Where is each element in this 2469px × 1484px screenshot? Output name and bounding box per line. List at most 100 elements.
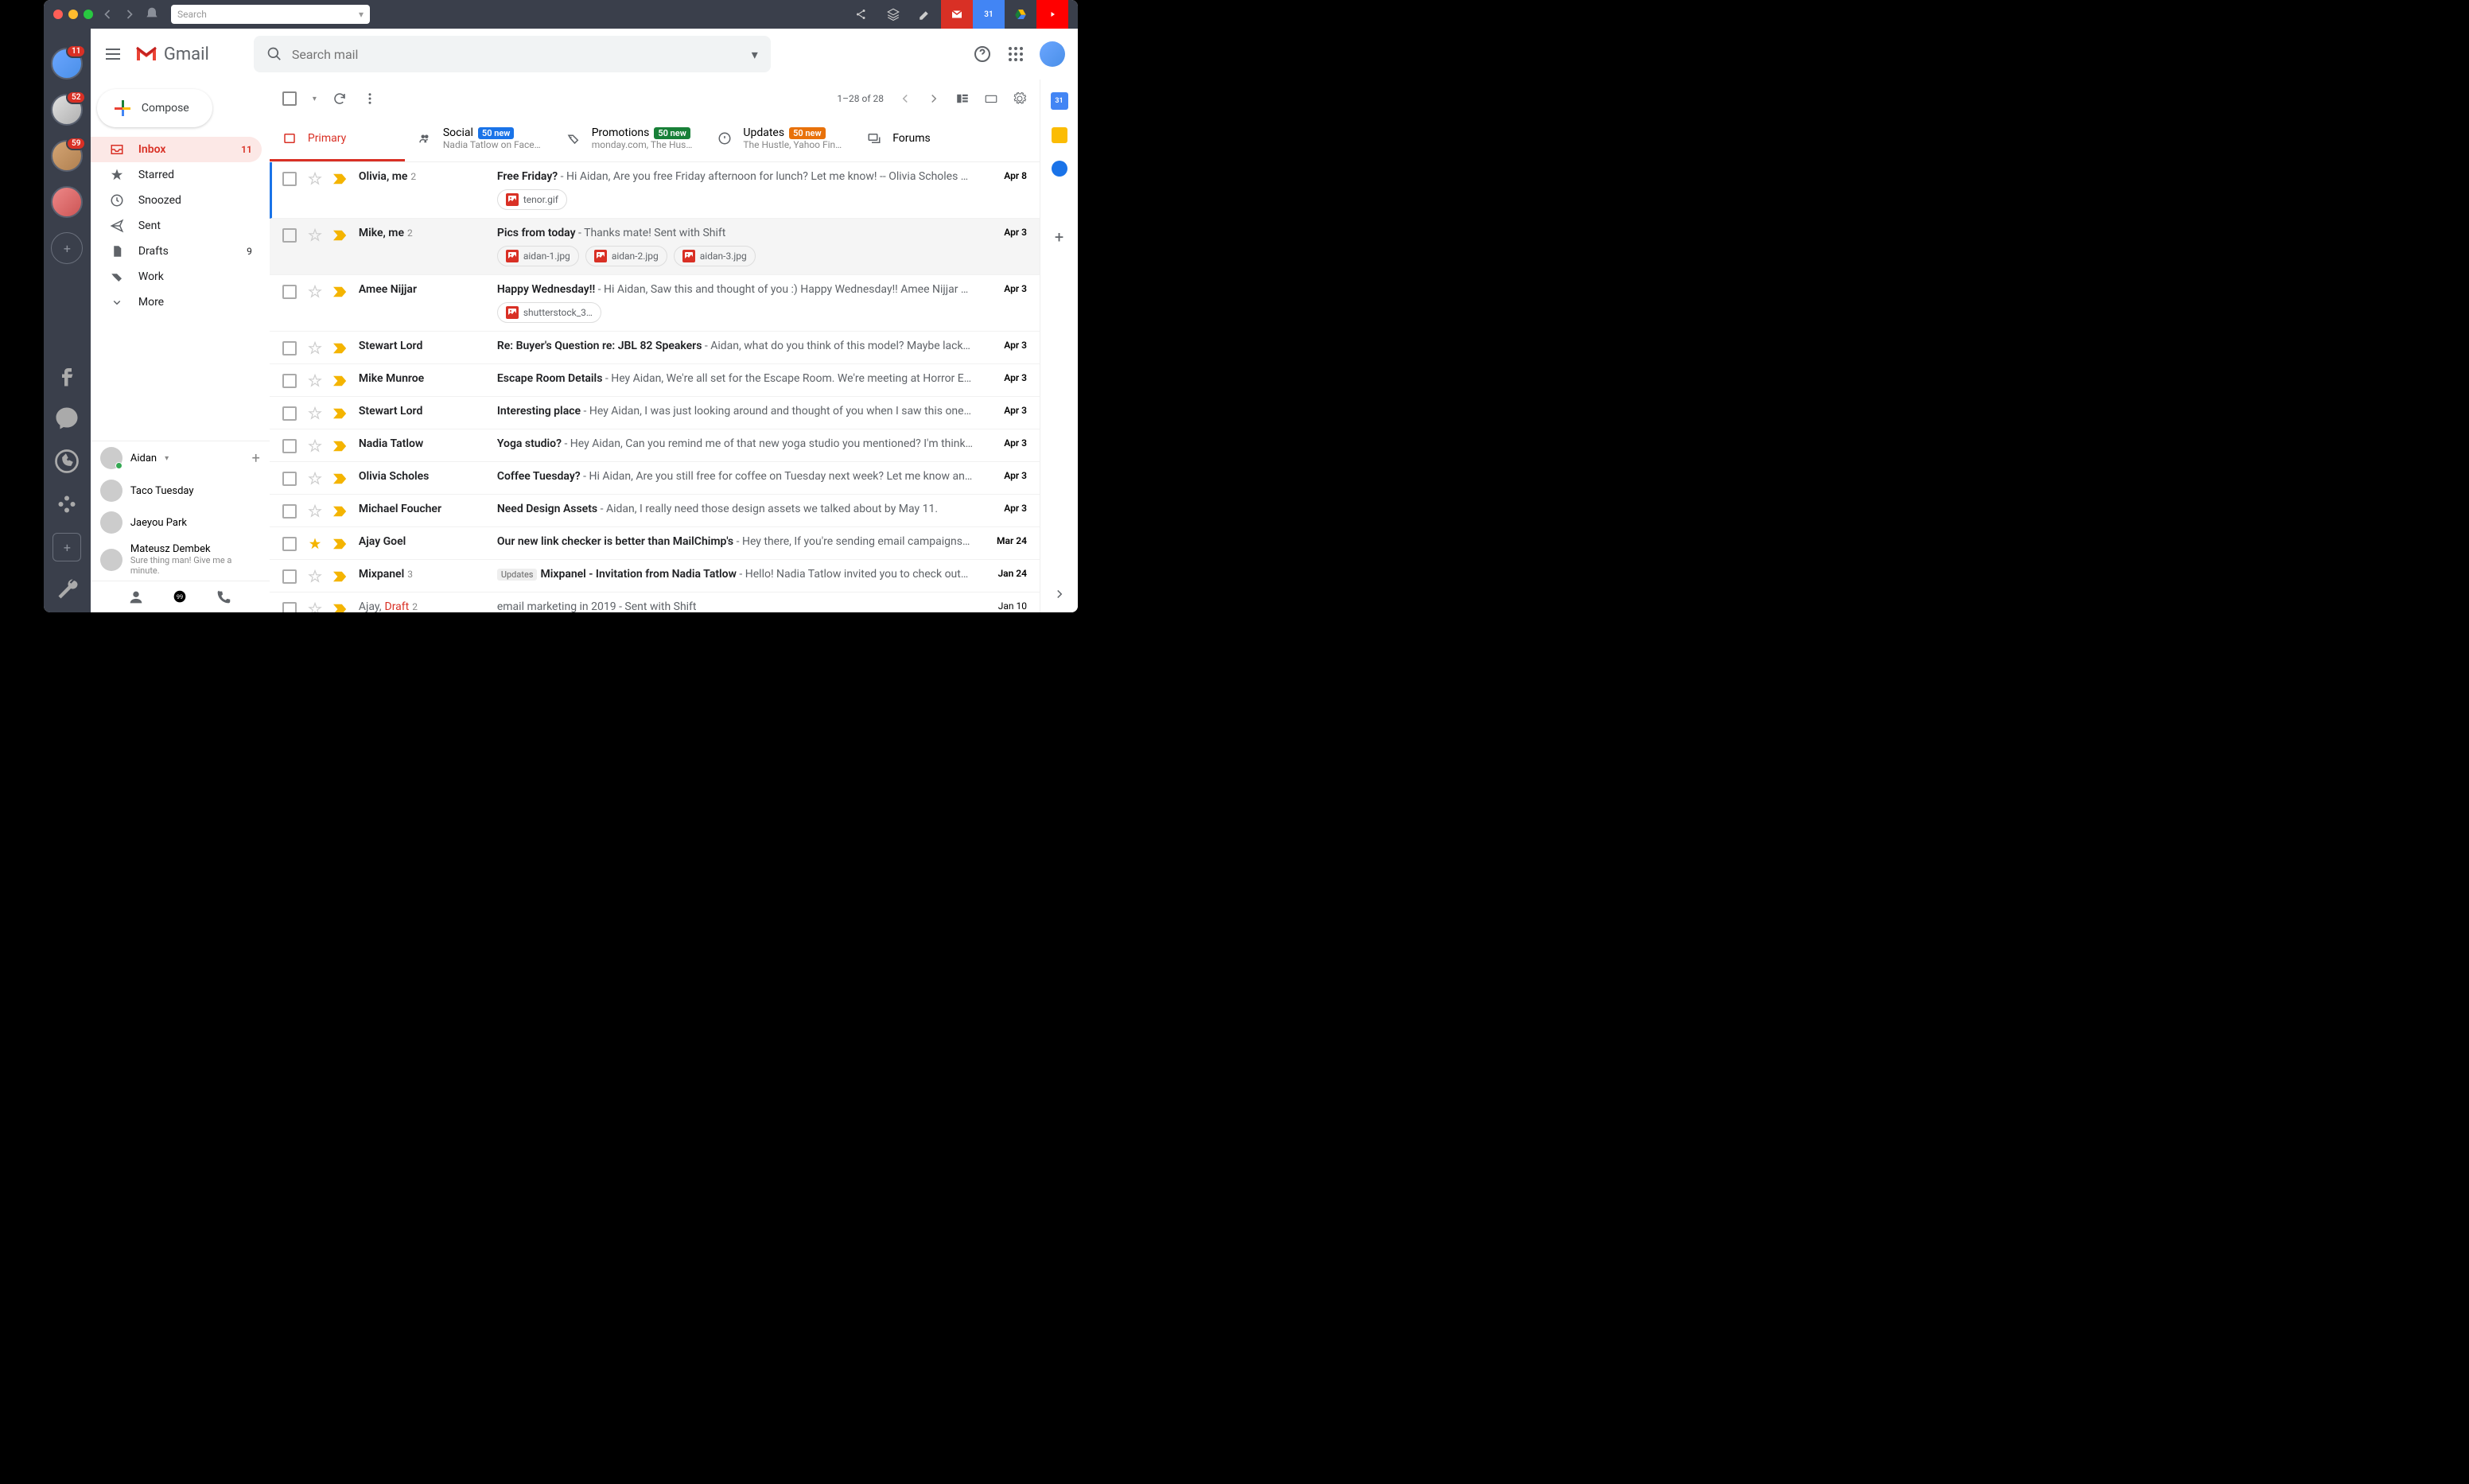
importance-icon[interactable] (333, 343, 348, 354)
sidebar-folder-drafts[interactable]: Drafts9 (91, 239, 262, 264)
mail-row[interactable]: Ajay GoelOur new link checker is better … (270, 527, 1040, 560)
tab-social[interactable]: Social50 newNadia Tatlow on Face… (405, 118, 554, 161)
star-icon[interactable] (308, 406, 322, 421)
mail-checkbox[interactable] (282, 285, 297, 299)
keyboard-icon[interactable] (984, 91, 998, 106)
mail-checkbox[interactable] (282, 374, 297, 388)
more-icon[interactable] (363, 91, 377, 106)
hangouts-contact[interactable]: Taco Tuesday (91, 475, 270, 507)
hangouts-contact[interactable]: Jaeyou Park (91, 507, 270, 538)
mail-row[interactable]: Nadia TatlowYoga studio? - Hey Aidan, Ca… (270, 429, 1040, 462)
mail-row[interactable]: Mike, me2Pics from today - Thanks mate! … (270, 219, 1040, 275)
importance-icon[interactable] (333, 375, 348, 387)
titlebar-search[interactable]: Search ▾ (171, 5, 370, 24)
attachment-chip[interactable]: tenor.gif (497, 189, 567, 210)
star-icon[interactable] (308, 374, 322, 388)
facebook-icon[interactable] (52, 361, 81, 390)
sidebar-folder-sent[interactable]: Sent (91, 213, 262, 239)
maximize-dot[interactable] (84, 10, 93, 19)
drive-app-icon[interactable] (1005, 0, 1036, 29)
tab-updates[interactable]: Updates50 newThe Hustle, Yahoo Fin… (705, 118, 854, 161)
profile-avatar[interactable] (1040, 41, 1065, 67)
gmail-app-icon[interactable] (941, 0, 973, 29)
whatsapp-icon[interactable] (52, 447, 81, 476)
star-icon[interactable] (308, 341, 322, 355)
star-icon[interactable] (308, 285, 322, 299)
mail-row[interactable]: Olivia, me2Free Friday? - Hi Aidan, Are … (270, 162, 1040, 219)
search-input[interactable] (292, 47, 742, 62)
importance-icon[interactable] (333, 286, 348, 297)
sidebar-folder-inbox[interactable]: Inbox11 (91, 137, 262, 162)
mail-row[interactable]: Mixpanel3UpdatesMixpanel - Invitation fr… (270, 560, 1040, 592)
layers-icon[interactable] (877, 0, 909, 29)
tab-promotions[interactable]: Promotions50 newmonday.com, The Hus… (554, 118, 706, 161)
add-app-button[interactable]: + (52, 533, 81, 561)
collapse-panel-icon[interactable] (1052, 587, 1067, 601)
mail-row[interactable]: Stewart LordRe: Buyer's Question re: JBL… (270, 332, 1040, 364)
split-pane-icon[interactable] (955, 91, 970, 106)
star-icon[interactable] (308, 569, 322, 584)
mail-checkbox[interactable] (282, 439, 297, 453)
minimize-dot[interactable] (68, 10, 78, 19)
tab-forums[interactable]: Forums (854, 118, 990, 161)
attachment-chip[interactable]: aidan-3.jpg (674, 246, 756, 266)
next-page-icon[interactable] (927, 91, 941, 106)
star-icon[interactable] (308, 172, 322, 186)
mail-checkbox[interactable] (282, 172, 297, 186)
hangouts-add-icon[interactable]: + (252, 450, 260, 467)
phone-icon[interactable] (215, 589, 232, 606)
sidebar-folder-more[interactable]: More (91, 289, 262, 315)
importance-icon[interactable] (333, 408, 348, 419)
tab-primary[interactable]: Primary (270, 118, 405, 161)
mail-row[interactable]: Ajay, Draft2email marketing in 2019 - Se… (270, 592, 1040, 612)
mail-row[interactable]: Michael FoucherNeed Design Assets - Aida… (270, 495, 1040, 527)
star-icon[interactable] (308, 504, 322, 519)
importance-icon[interactable] (333, 173, 348, 185)
mail-checkbox[interactable] (282, 504, 297, 519)
importance-icon[interactable] (333, 538, 348, 550)
importance-icon[interactable] (333, 604, 348, 612)
gmail-logo[interactable]: Gmail (135, 45, 209, 64)
refresh-icon[interactable] (332, 91, 347, 106)
back-icon[interactable] (99, 6, 115, 22)
add-workspace-button[interactable]: + (51, 232, 83, 264)
mail-checkbox[interactable] (282, 602, 297, 612)
select-all-checkbox[interactable] (282, 91, 297, 106)
edit-icon[interactable] (909, 0, 941, 29)
importance-icon[interactable] (333, 230, 348, 241)
slack-icon[interactable] (52, 490, 81, 519)
add-addon-icon[interactable]: + (1055, 227, 1063, 247)
apps-grid-icon[interactable] (1006, 45, 1025, 64)
mail-row[interactable]: Olivia ScholesCoffee Tuesday? - Hi Aidan… (270, 462, 1040, 495)
attachment-chip[interactable]: aidan-1.jpg (497, 246, 579, 266)
chat-icon[interactable]: 99 (171, 589, 189, 606)
forward-icon[interactable] (122, 6, 138, 22)
mail-checkbox[interactable] (282, 228, 297, 243)
bell-icon[interactable] (144, 6, 160, 22)
search-mail[interactable]: ▾ (254, 36, 771, 72)
importance-icon[interactable] (333, 441, 348, 452)
compose-button[interactable]: Compose (97, 89, 212, 127)
workspace-avatar-3[interactable]: 59 (51, 140, 83, 172)
mail-checkbox[interactable] (282, 341, 297, 355)
mail-row[interactable]: Amee NijjarHappy Wednesday!! - Hi Aidan,… (270, 275, 1040, 332)
youtube-app-icon[interactable] (1036, 0, 1068, 29)
hangouts-user[interactable]: Aidan ▾ + (91, 441, 270, 475)
workspace-avatar-2[interactable]: 52 (51, 94, 83, 126)
calendar-addon-icon[interactable]: 31 (1051, 92, 1068, 110)
attachment-chip[interactable]: shutterstock_3… (497, 302, 601, 323)
star-icon[interactable] (308, 602, 322, 612)
search-options-icon[interactable]: ▾ (752, 47, 758, 62)
sidebar-folder-starred[interactable]: Starred (91, 162, 262, 188)
mail-row[interactable]: Stewart LordInteresting place - Hey Aida… (270, 397, 1040, 429)
select-all-dropdown-icon[interactable]: ▾ (313, 95, 317, 103)
workspace-avatar-4[interactable] (51, 186, 83, 218)
tasks-addon-icon[interactable] (1052, 161, 1067, 177)
star-icon[interactable] (308, 537, 322, 551)
attachment-chip[interactable]: aidan-2.jpg (585, 246, 667, 266)
mail-checkbox[interactable] (282, 537, 297, 551)
messenger-icon[interactable] (52, 404, 81, 433)
star-icon[interactable] (308, 472, 322, 486)
help-icon[interactable] (973, 45, 992, 64)
mail-checkbox[interactable] (282, 569, 297, 584)
